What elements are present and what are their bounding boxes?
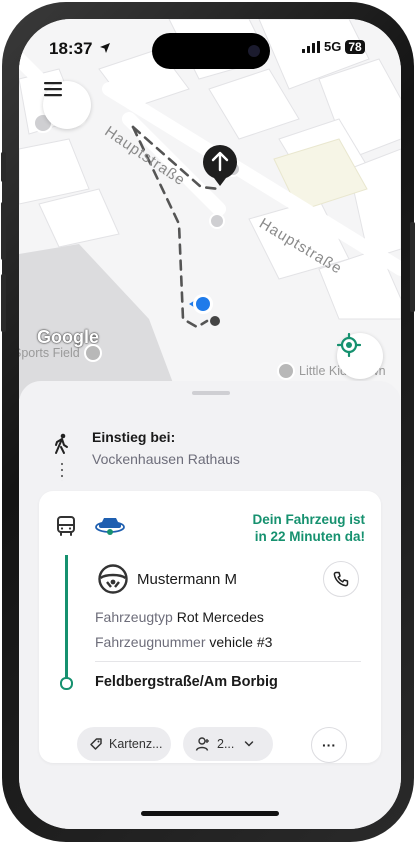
passenger-count-label: 2... bbox=[217, 737, 235, 751]
location-arrow-icon bbox=[100, 43, 111, 53]
vehicle-type-label: Fahrzeugtyp bbox=[95, 609, 173, 625]
route-progress-line bbox=[65, 555, 68, 681]
poi-pin-icon bbox=[277, 362, 295, 380]
vehicle-number-value: vehicle #3 bbox=[209, 634, 273, 650]
hamburger-menu-icon bbox=[44, 82, 62, 97]
dynamic-island bbox=[152, 33, 270, 69]
map-view[interactable]: Hauptstraße Hauptstraße Google Sports Fi… bbox=[19, 19, 401, 399]
vehicle-marker-icon bbox=[202, 145, 238, 186]
eta-line-2: in 22 Minuten da! bbox=[254, 529, 365, 544]
user-location-icon bbox=[189, 294, 213, 314]
steering-wheel-icon bbox=[98, 564, 128, 594]
bus-icon bbox=[57, 516, 75, 536]
eta-message: Dein Fahrzeug ist in 22 Minuten da! bbox=[252, 511, 365, 545]
sheet-drag-handle[interactable] bbox=[192, 391, 230, 395]
power-button bbox=[410, 222, 415, 312]
vehicle-number-label: Fahrzeugnummer bbox=[95, 634, 206, 650]
network-type: 5G bbox=[324, 39, 342, 54]
walking-person-icon bbox=[55, 433, 68, 454]
call-driver-button[interactable] bbox=[323, 561, 359, 597]
poi-pin-icon bbox=[83, 344, 102, 362]
signal-bars-icon bbox=[302, 40, 320, 53]
poi-sports-field[interactable]: Sports Field bbox=[19, 344, 102, 362]
volume-down-button bbox=[1, 274, 6, 332]
divider bbox=[95, 661, 361, 662]
vehicle-type-row: Fahrzeugtyp Rot Mercedes bbox=[95, 609, 264, 625]
status-indicators: 5G 78 bbox=[302, 39, 365, 54]
volume-up-button bbox=[1, 202, 6, 260]
destination-stop-name: Feldbergstraße/Am Borbig bbox=[95, 674, 278, 690]
driver-name: Mustermann M bbox=[137, 571, 238, 588]
battery-icon: 78 bbox=[345, 39, 365, 54]
show-map-button-label: Kartenz... bbox=[109, 737, 163, 751]
boarding-label: Einstieg bei: bbox=[92, 429, 176, 445]
recenter-location-button[interactable] bbox=[337, 333, 383, 379]
app-screen: Hauptstraße Hauptstraße Google Sports Fi… bbox=[19, 19, 401, 829]
passenger-count-select[interactable]: 2... bbox=[183, 727, 273, 761]
more-options-button[interactable]: ··· bbox=[311, 727, 347, 763]
tag-icon bbox=[90, 738, 102, 750]
chevron-down-icon bbox=[245, 741, 254, 747]
status-time: 18:37 bbox=[49, 39, 93, 58]
phone-icon bbox=[333, 571, 349, 587]
status-time-group: 18:37 bbox=[49, 39, 111, 59]
camera-icon bbox=[248, 45, 260, 57]
vehicle-car-icon bbox=[95, 518, 125, 535]
phone-frame: Hauptstraße Hauptstraße Google Sports Fi… bbox=[1, 2, 415, 842]
home-indicator[interactable] bbox=[141, 811, 279, 816]
trip-bottom-sheet[interactable]: Einstieg bei: Vockenhausen Rathaus Dein … bbox=[19, 381, 401, 829]
poi-sports-field-label: Sports Field bbox=[19, 346, 80, 360]
passenger-icon bbox=[195, 737, 209, 751]
battery-level: 78 bbox=[348, 39, 362, 54]
mute-switch bbox=[1, 152, 6, 182]
menu-button[interactable] bbox=[43, 81, 91, 129]
more-dots-icon: ··· bbox=[322, 737, 336, 753]
vehicle-type-value: Rot Mercedes bbox=[176, 609, 264, 625]
route-dots bbox=[61, 461, 63, 481]
vehicle-card: Dein Fahrzeug ist in 22 Minuten da! Must… bbox=[39, 491, 381, 763]
eta-line-1: Dein Fahrzeug ist bbox=[252, 512, 365, 527]
destination-dot-icon bbox=[210, 316, 220, 326]
crosshair-locate-icon bbox=[337, 333, 361, 357]
map-poi-icon bbox=[209, 213, 225, 229]
show-map-button[interactable]: Kartenz... bbox=[77, 727, 171, 761]
park-area bbox=[19, 244, 179, 399]
boarding-stop-name: Vockenhausen Rathaus bbox=[92, 451, 240, 467]
destination-marker-icon bbox=[60, 677, 73, 690]
vehicle-number-row: Fahrzeugnummer vehicle #3 bbox=[95, 634, 272, 650]
